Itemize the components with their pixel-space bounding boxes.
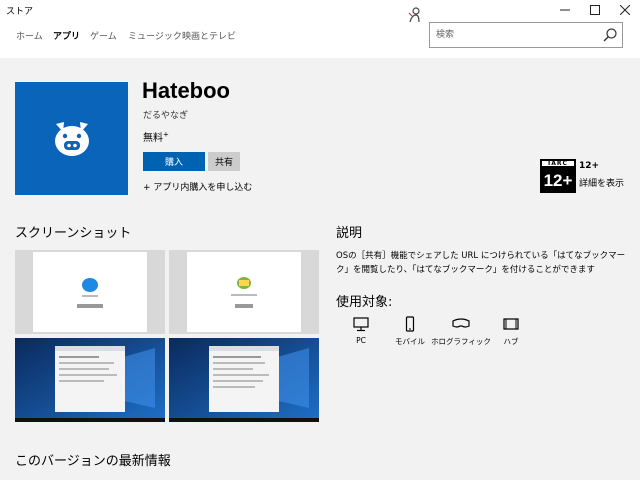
description-heading: 説明 (336, 226, 363, 241)
tab-games[interactable]: ゲーム (90, 29, 117, 42)
minimize-button[interactable] (550, 0, 580, 20)
device-label: ハブ (503, 337, 519, 346)
screenshot-thumbnail[interactable] (15, 338, 165, 422)
device-hub: ハブ (481, 316, 541, 347)
share-button[interactable]: 共有 (208, 152, 240, 171)
close-button[interactable] (610, 0, 640, 20)
tab-music[interactable]: ミュージック (128, 29, 182, 42)
hub-icon (503, 318, 519, 330)
price-label: 無料+ (143, 129, 169, 144)
price-text: 無料 (143, 133, 163, 144)
tab-apps[interactable]: アプリ (53, 29, 80, 42)
screenshots-heading: スクリーンショット (15, 226, 132, 241)
rating-details-link[interactable]: 詳細を表示 (579, 176, 624, 189)
pc-icon (353, 317, 369, 332)
description-text: OSの［共有］機能でシェアした URL につけられている「はてなブックマーク」を… (336, 251, 626, 275)
search-input[interactable] (436, 28, 596, 42)
app-name: Hateboo (142, 78, 230, 103)
rating-age-text: 12+ (579, 161, 600, 171)
screenshot-thumbnail[interactable] (15, 250, 165, 334)
buy-button[interactable]: 購入 (143, 152, 205, 171)
app-logo-tile (15, 82, 128, 195)
close-icon (620, 5, 630, 15)
in-app-purchase-note: + アプリ内購入を申し込む (143, 183, 253, 193)
iarc-label: IARC (540, 159, 576, 168)
price-mark: + (163, 130, 169, 139)
iarc-rating-badge: IARC 12+ (540, 159, 576, 193)
search-icon (603, 28, 617, 42)
title-bar: ストア (0, 0, 640, 20)
holographic-icon (452, 318, 470, 328)
window-title: ストア (6, 7, 34, 17)
available-on-heading: 使用対象: (336, 295, 393, 310)
user-account-icon[interactable] (407, 7, 421, 23)
minimize-icon (560, 9, 570, 11)
mobile-icon (405, 316, 415, 332)
iarc-age: 12+ (543, 171, 573, 190)
publisher-link[interactable]: だるやなぎ (143, 108, 188, 121)
tab-movies-tv[interactable]: 映画とテレビ (182, 29, 236, 42)
tab-home[interactable]: ホーム (16, 29, 43, 42)
maximize-button[interactable] (580, 0, 610, 20)
screenshot-thumbnail[interactable] (169, 338, 319, 422)
pig-face-icon (54, 121, 89, 156)
screenshot-thumbnail[interactable] (169, 250, 319, 334)
search-box (429, 22, 623, 48)
maximize-icon (590, 5, 600, 15)
whats-new-heading: このバージョンの最新情報 (15, 454, 171, 469)
search-button[interactable] (601, 26, 619, 44)
